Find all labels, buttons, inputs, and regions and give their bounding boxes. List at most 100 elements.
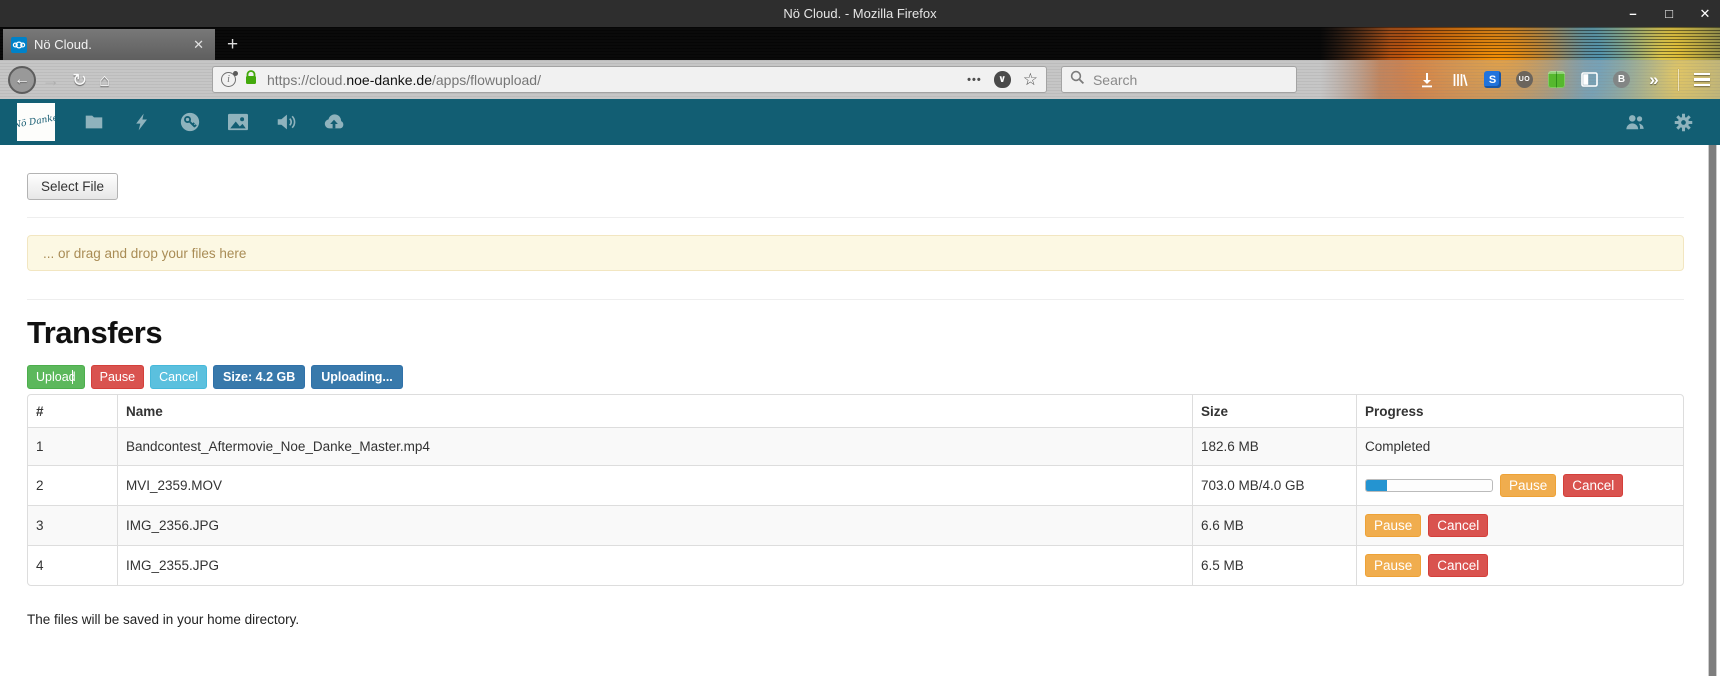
pause-row-button[interactable]: Pause — [1365, 514, 1421, 537]
search-input[interactable] — [1093, 72, 1263, 88]
back-arrow-icon: ← — [14, 71, 30, 89]
extension-grid-icon[interactable] — [1548, 71, 1565, 88]
column-header-size: Size — [1192, 395, 1356, 427]
upload-cloud-icon[interactable] — [323, 111, 345, 133]
downloads-icon[interactable] — [1418, 71, 1436, 89]
transfers-table: # Name Size Progress 1Bandcontest_Afterm… — [27, 394, 1684, 586]
status-badge: Uploading... — [311, 365, 403, 389]
row-progress-cell: Completed — [1356, 427, 1683, 465]
row-progress-cell: Pause Cancel — [1356, 465, 1683, 505]
row-number: 3 — [28, 505, 117, 545]
table-row: 4IMG_2355.JPG6.5 MB Pause Cancel — [28, 545, 1683, 585]
tab-noe-cloud[interactable]: Nö Cloud. ✕ — [3, 29, 215, 60]
row-size: 6.6 MB — [1192, 505, 1356, 545]
pause-all-button[interactable]: Pause — [91, 365, 144, 389]
overflow-chevron-icon[interactable]: » — [1645, 71, 1663, 89]
browser-window: Nö Cloud. - Mozilla Firefox – □ ✕ Nö Clo… — [0, 0, 1720, 676]
reload-button[interactable]: ↻ — [66, 71, 93, 89]
page-content: Select File ... or drag and drop your fi… — [0, 145, 1720, 676]
page-actions-icon[interactable]: ••• — [967, 74, 982, 86]
nextcloud-favicon-icon — [11, 37, 27, 53]
vertical-scrollbar[interactable] — [1708, 145, 1717, 676]
keys-circle-icon[interactable] — [179, 111, 201, 133]
tab-title: Nö Cloud. — [34, 37, 190, 52]
progress-wrap: Pause Cancel — [1365, 514, 1675, 537]
cancel-row-button[interactable]: Cancel — [1563, 474, 1623, 497]
music-speaker-icon[interactable] — [275, 111, 297, 133]
window-titlebar: Nö Cloud. - Mozilla Firefox – □ ✕ — [0, 0, 1720, 27]
window-title: Nö Cloud. - Mozilla Firefox — [783, 6, 936, 21]
app-logo[interactable]: Nö Danke — [17, 103, 55, 141]
search-icon — [1070, 70, 1085, 90]
bookmark-star-icon[interactable]: ☆ — [1023, 71, 1038, 88]
row-number: 4 — [28, 545, 117, 585]
app-logo-text: Nö Danke — [17, 113, 55, 131]
column-header-progress: Progress — [1356, 395, 1683, 427]
activity-lightning-icon[interactable] — [131, 111, 153, 133]
row-number: 1 — [28, 427, 117, 465]
tab-strip: Nö Cloud. ✕ + — [0, 27, 1720, 60]
select-file-button[interactable]: Select File — [27, 173, 118, 200]
url-text[interactable]: https://cloud.noe-danke.de/apps/flowuplo… — [267, 72, 967, 88]
forward-button[interactable]: → — [36, 71, 66, 89]
save-location-note: The files will be saved in your home dir… — [27, 612, 1720, 627]
extension-s-icon[interactable]: S — [1484, 71, 1501, 88]
drag-drop-zone[interactable]: ... or drag and drop your files here — [27, 235, 1684, 271]
divider — [27, 299, 1684, 300]
row-filename: IMG_2355.JPG — [117, 545, 1192, 585]
site-info-icon[interactable]: i — [221, 72, 236, 87]
toolbar-separator — [1678, 69, 1679, 91]
scrollbar-thumb[interactable] — [1709, 145, 1716, 676]
divider — [27, 217, 1684, 218]
row-size: 182.6 MB — [1192, 427, 1356, 465]
files-folder-icon[interactable] — [83, 111, 105, 133]
extension-b-icon[interactable]: B — [1613, 71, 1630, 88]
pause-row-button[interactable]: Pause — [1500, 474, 1556, 497]
transfers-actions: Upload Pause Cancel Size: 4.2 GB Uploadi… — [27, 365, 1720, 389]
total-size-badge: Size: 4.2 GB — [213, 365, 305, 389]
minimize-button[interactable]: – — [1626, 6, 1640, 21]
back-button[interactable]: ← — [8, 66, 36, 94]
close-button[interactable]: ✕ — [1698, 6, 1712, 22]
row-filename: MVI_2359.MOV — [117, 465, 1192, 505]
transfers-table-body: 1Bandcontest_Aftermovie_Noe_Danke_Master… — [28, 427, 1683, 585]
row-size: 6.5 MB — [1192, 545, 1356, 585]
gallery-picture-icon[interactable] — [227, 111, 249, 133]
https-padlock-icon — [244, 70, 258, 90]
row-number: 2 — [28, 465, 117, 505]
column-header-name: Name — [117, 395, 1192, 427]
new-tab-button[interactable]: + — [215, 34, 250, 60]
row-filename: Bandcontest_Aftermovie_Noe_Danke_Master.… — [117, 427, 1192, 465]
progress-status-text: Completed — [1365, 439, 1430, 454]
sidebar-toggle-icon[interactable] — [1580, 71, 1598, 89]
cancel-row-button[interactable]: Cancel — [1428, 554, 1488, 577]
row-progress-cell: Pause Cancel — [1356, 505, 1683, 545]
row-progress-cell: Pause Cancel — [1356, 545, 1683, 585]
table-row: 3IMG_2356.JPG6.6 MB Pause Cancel — [28, 505, 1683, 545]
navigation-toolbar: ← → ↻ ⌂ i https://cloud.noe-danke.de/app… — [0, 60, 1720, 99]
progress-wrap: Pause Cancel — [1365, 474, 1675, 497]
drag-drop-text: ... or drag and drop your files here — [43, 246, 246, 261]
cancel-all-button[interactable]: Cancel — [150, 365, 207, 389]
cancel-row-button[interactable]: Cancel — [1428, 514, 1488, 537]
upload-button[interactable]: Upload — [27, 365, 85, 389]
menu-hamburger-icon[interactable] — [1694, 73, 1710, 87]
row-filename: IMG_2356.JPG — [117, 505, 1192, 545]
library-icon[interactable] — [1451, 71, 1469, 89]
url-bar[interactable]: i https://cloud.noe-danke.de/apps/flowup… — [212, 66, 1047, 93]
tab-close-icon[interactable]: ✕ — [190, 37, 207, 53]
transfers-heading: Transfers — [27, 315, 1720, 351]
search-bar[interactable] — [1061, 66, 1297, 93]
progress-bar-fill — [1366, 480, 1387, 491]
contacts-people-icon[interactable] — [1624, 111, 1646, 133]
extension-uo-icon[interactable]: UO — [1516, 71, 1533, 88]
pause-row-button[interactable]: Pause — [1365, 554, 1421, 577]
home-button[interactable]: ⌂ — [93, 71, 116, 89]
pocket-icon[interactable]: ∨ — [994, 71, 1011, 88]
table-header-row: # Name Size Progress — [28, 395, 1683, 427]
progress-wrap: Completed — [1365, 439, 1675, 454]
settings-gear-icon[interactable] — [1672, 111, 1694, 133]
maximize-button[interactable]: □ — [1662, 6, 1676, 21]
app-header: Nö Danke — [0, 99, 1720, 145]
column-header-number: # — [28, 395, 117, 427]
